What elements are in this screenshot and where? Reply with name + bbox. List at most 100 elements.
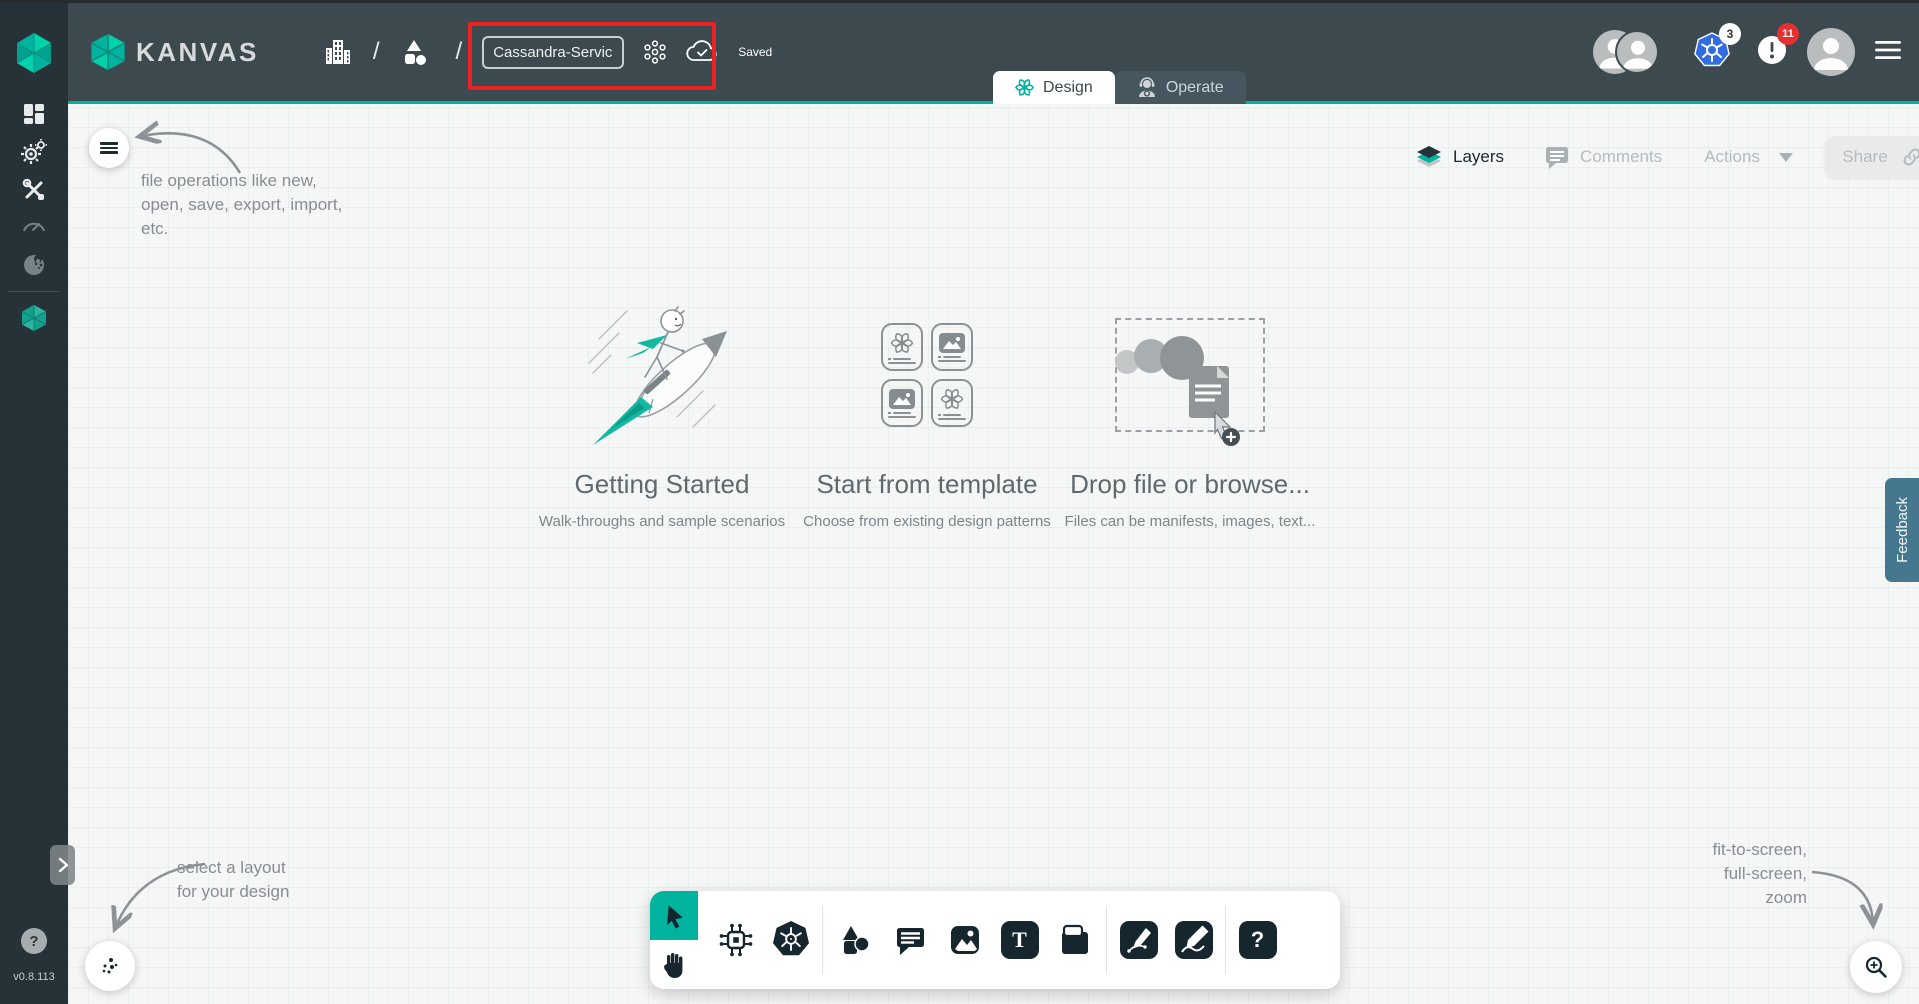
design-pinwheel-icon: [1015, 79, 1034, 96]
getting-started-title: Getting Started: [574, 469, 750, 499]
pan-tool[interactable]: [650, 940, 698, 989]
layout-select-button[interactable]: [85, 941, 135, 991]
top-edge-strip: [0, 0, 1919, 3]
breadcrumb-separator-2: /: [455, 38, 463, 65]
comment-tool[interactable]: [882, 891, 937, 989]
toolbar-divider: [1225, 906, 1226, 974]
tab-design-label: Design: [1043, 78, 1093, 96]
kubernetes-tool[interactable]: [763, 891, 818, 989]
top-header: KANVAS / / Cassandra-Service Saved Desig…: [68, 0, 1919, 104]
template-grid: [881, 295, 973, 455]
app-version: v0.8.113: [13, 971, 55, 983]
cursor-icon: [666, 904, 683, 929]
toolbar-help-tool[interactable]: ?: [1230, 891, 1285, 989]
magnifier-plus-icon: [1865, 956, 1887, 978]
layout-dots-icon: [102, 958, 118, 974]
toolbar-items: T ?: [698, 891, 1295, 989]
layer5-logo[interactable]: [15, 32, 53, 74]
speedometer-icon: [23, 222, 45, 232]
comment-tool-icon: [896, 928, 924, 955]
share-label: Share: [1842, 147, 1888, 166]
sidebar-item-performance[interactable]: [0, 207, 68, 243]
sidebar-item-kanvas[interactable]: [0, 300, 68, 336]
actions-label: Actions: [1704, 147, 1760, 166]
image-tool[interactable]: [937, 891, 992, 989]
shapes-tool[interactable]: [827, 891, 882, 989]
canvas-toolbar: T ?: [650, 891, 1340, 989]
sidebar-item-settings[interactable]: [0, 134, 68, 170]
hamburger-icon: [100, 140, 118, 155]
person-icon: [1623, 40, 1653, 69]
components-tool[interactable]: [708, 891, 763, 989]
design-canvas[interactable]: [68, 107, 1919, 1004]
hamburger-icon: [1875, 40, 1901, 59]
notifications-button[interactable]: 11: [1757, 22, 1799, 70]
template-card: [881, 379, 923, 427]
kubernetes-count-badge: 3: [1719, 22, 1741, 45]
drop-file-panel[interactable]: Drop file or browse... Files can be mani…: [1030, 295, 1350, 530]
collaborator-avatars[interactable]: [1593, 30, 1659, 74]
canvas-menu-button[interactable]: [89, 128, 129, 168]
pen-tool[interactable]: [1111, 891, 1166, 989]
pointer-tools-column: [650, 891, 698, 989]
template-card: [931, 323, 973, 371]
tab-operate[interactable]: Operate: [1114, 71, 1246, 104]
kanvas-logo[interactable]: KANVAS: [90, 32, 259, 72]
kanvas-hexagon-icon: [21, 305, 47, 331]
sidebar-item-extensions[interactable]: [0, 247, 68, 283]
sidebar-item-dashboard[interactable]: [0, 96, 68, 132]
layers-button[interactable]: Layers: [1415, 144, 1504, 170]
share-button[interactable]: Share: [1824, 136, 1919, 178]
group-tool[interactable]: [1047, 891, 1102, 989]
cloud-check-icon: [686, 40, 717, 61]
save-status-button[interactable]: [686, 40, 718, 64]
drop-file-illustration: [1115, 336, 1240, 446]
saved-status-label: Saved: [738, 45, 773, 59]
drop-zone-border: [1115, 318, 1265, 446]
comment-icon: [1546, 147, 1569, 169]
help-button[interactable]: ?: [21, 928, 47, 954]
shapes-tool-icon: [842, 926, 870, 954]
pinwheel-icon: [890, 332, 914, 353]
dashboard-icon: [24, 104, 44, 124]
actions-dropdown[interactable]: Actions: [1704, 147, 1793, 167]
kanvas-logo-icon: [90, 34, 126, 70]
freehand-tool[interactable]: [1166, 891, 1221, 989]
layers-icon: [1417, 146, 1441, 167]
template-subtitle: Choose from existing design patterns: [803, 513, 1051, 530]
design-name-input[interactable]: [482, 35, 625, 69]
pinwheel-icon: [940, 388, 964, 409]
select-tool[interactable]: [650, 891, 698, 940]
organization-button[interactable]: [323, 37, 353, 67]
kubernetes-status-button[interactable]: 3: [1693, 22, 1741, 74]
extensions-icon: [24, 255, 44, 275]
drop-subtitle: Files can be manifests, images, text...: [1064, 513, 1316, 530]
image-tool-icon: [950, 926, 979, 954]
feedback-tab[interactable]: Feedback: [1885, 478, 1919, 582]
breadcrumb-separator: /: [372, 38, 380, 65]
file-ops-annotation: file operations like new, open, save, ex…: [141, 171, 343, 238]
comments-button[interactable]: Comments: [1544, 144, 1662, 170]
design-mesh-button[interactable]: [642, 39, 668, 65]
sidebar-expand-button[interactable]: [50, 845, 75, 885]
sidebar-item-lifecycle[interactable]: [0, 172, 68, 208]
help-glyph: ?: [29, 932, 39, 950]
designs-button[interactable]: [400, 38, 428, 66]
getting-started-subtitle: Walk-throughs and sample scenarios: [538, 513, 786, 530]
mesh-nodes-icon: [644, 40, 666, 64]
person-icon: [1814, 38, 1848, 70]
link-icon: [1903, 148, 1919, 166]
tab-operate-label: Operate: [1165, 78, 1224, 96]
profile-avatar[interactable]: [1807, 28, 1855, 76]
layer5-logo-icon: [16, 33, 52, 73]
text-tool[interactable]: T: [992, 891, 1047, 989]
tools-icon: [22, 178, 44, 200]
header-menu-button[interactable]: [1875, 40, 1901, 65]
zoom-button[interactable]: [1850, 941, 1902, 993]
rocket-illustration: [575, 295, 750, 455]
comments-label: Comments: [1580, 147, 1663, 166]
chevron-right-icon: [58, 857, 68, 873]
text-tool-icon: T: [1000, 921, 1039, 959]
tab-design[interactable]: Design: [993, 71, 1115, 104]
canvas-actionbar: Layers Comments Actions Share: [1415, 134, 1919, 180]
